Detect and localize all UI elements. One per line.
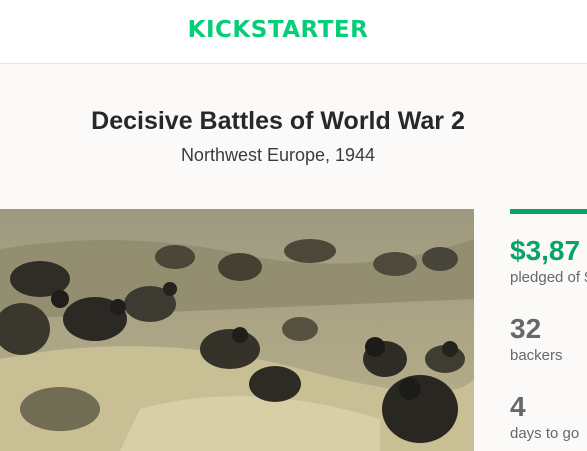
funding-stats: $3,87 pledged of $ 32 backers 4 days to … bbox=[510, 209, 587, 451]
backers-count: 32 bbox=[510, 313, 542, 344]
project-subtitle: Northwest Europe, 1944 bbox=[180, 145, 376, 165]
days-to-go-label: days to go bbox=[510, 425, 580, 442]
funding-progress-fill bbox=[510, 209, 587, 214]
backers-label: backers bbox=[510, 347, 563, 364]
pledged-amount: $3,87 bbox=[510, 235, 581, 266]
project-video-thumbnail[interactable] bbox=[0, 209, 474, 451]
battle-photo-image bbox=[0, 209, 474, 451]
days-to-go-count: 4 bbox=[510, 391, 526, 422]
funding-progress-bar bbox=[510, 209, 587, 214]
project-title: Decisive Battles of World War 2 bbox=[91, 107, 465, 135]
kickstarter-logo[interactable]: KICKSTARTER bbox=[0, 14, 556, 46]
site-header: KICKSTARTER bbox=[0, 0, 587, 64]
pledged-label: pledged of $ bbox=[510, 269, 587, 286]
